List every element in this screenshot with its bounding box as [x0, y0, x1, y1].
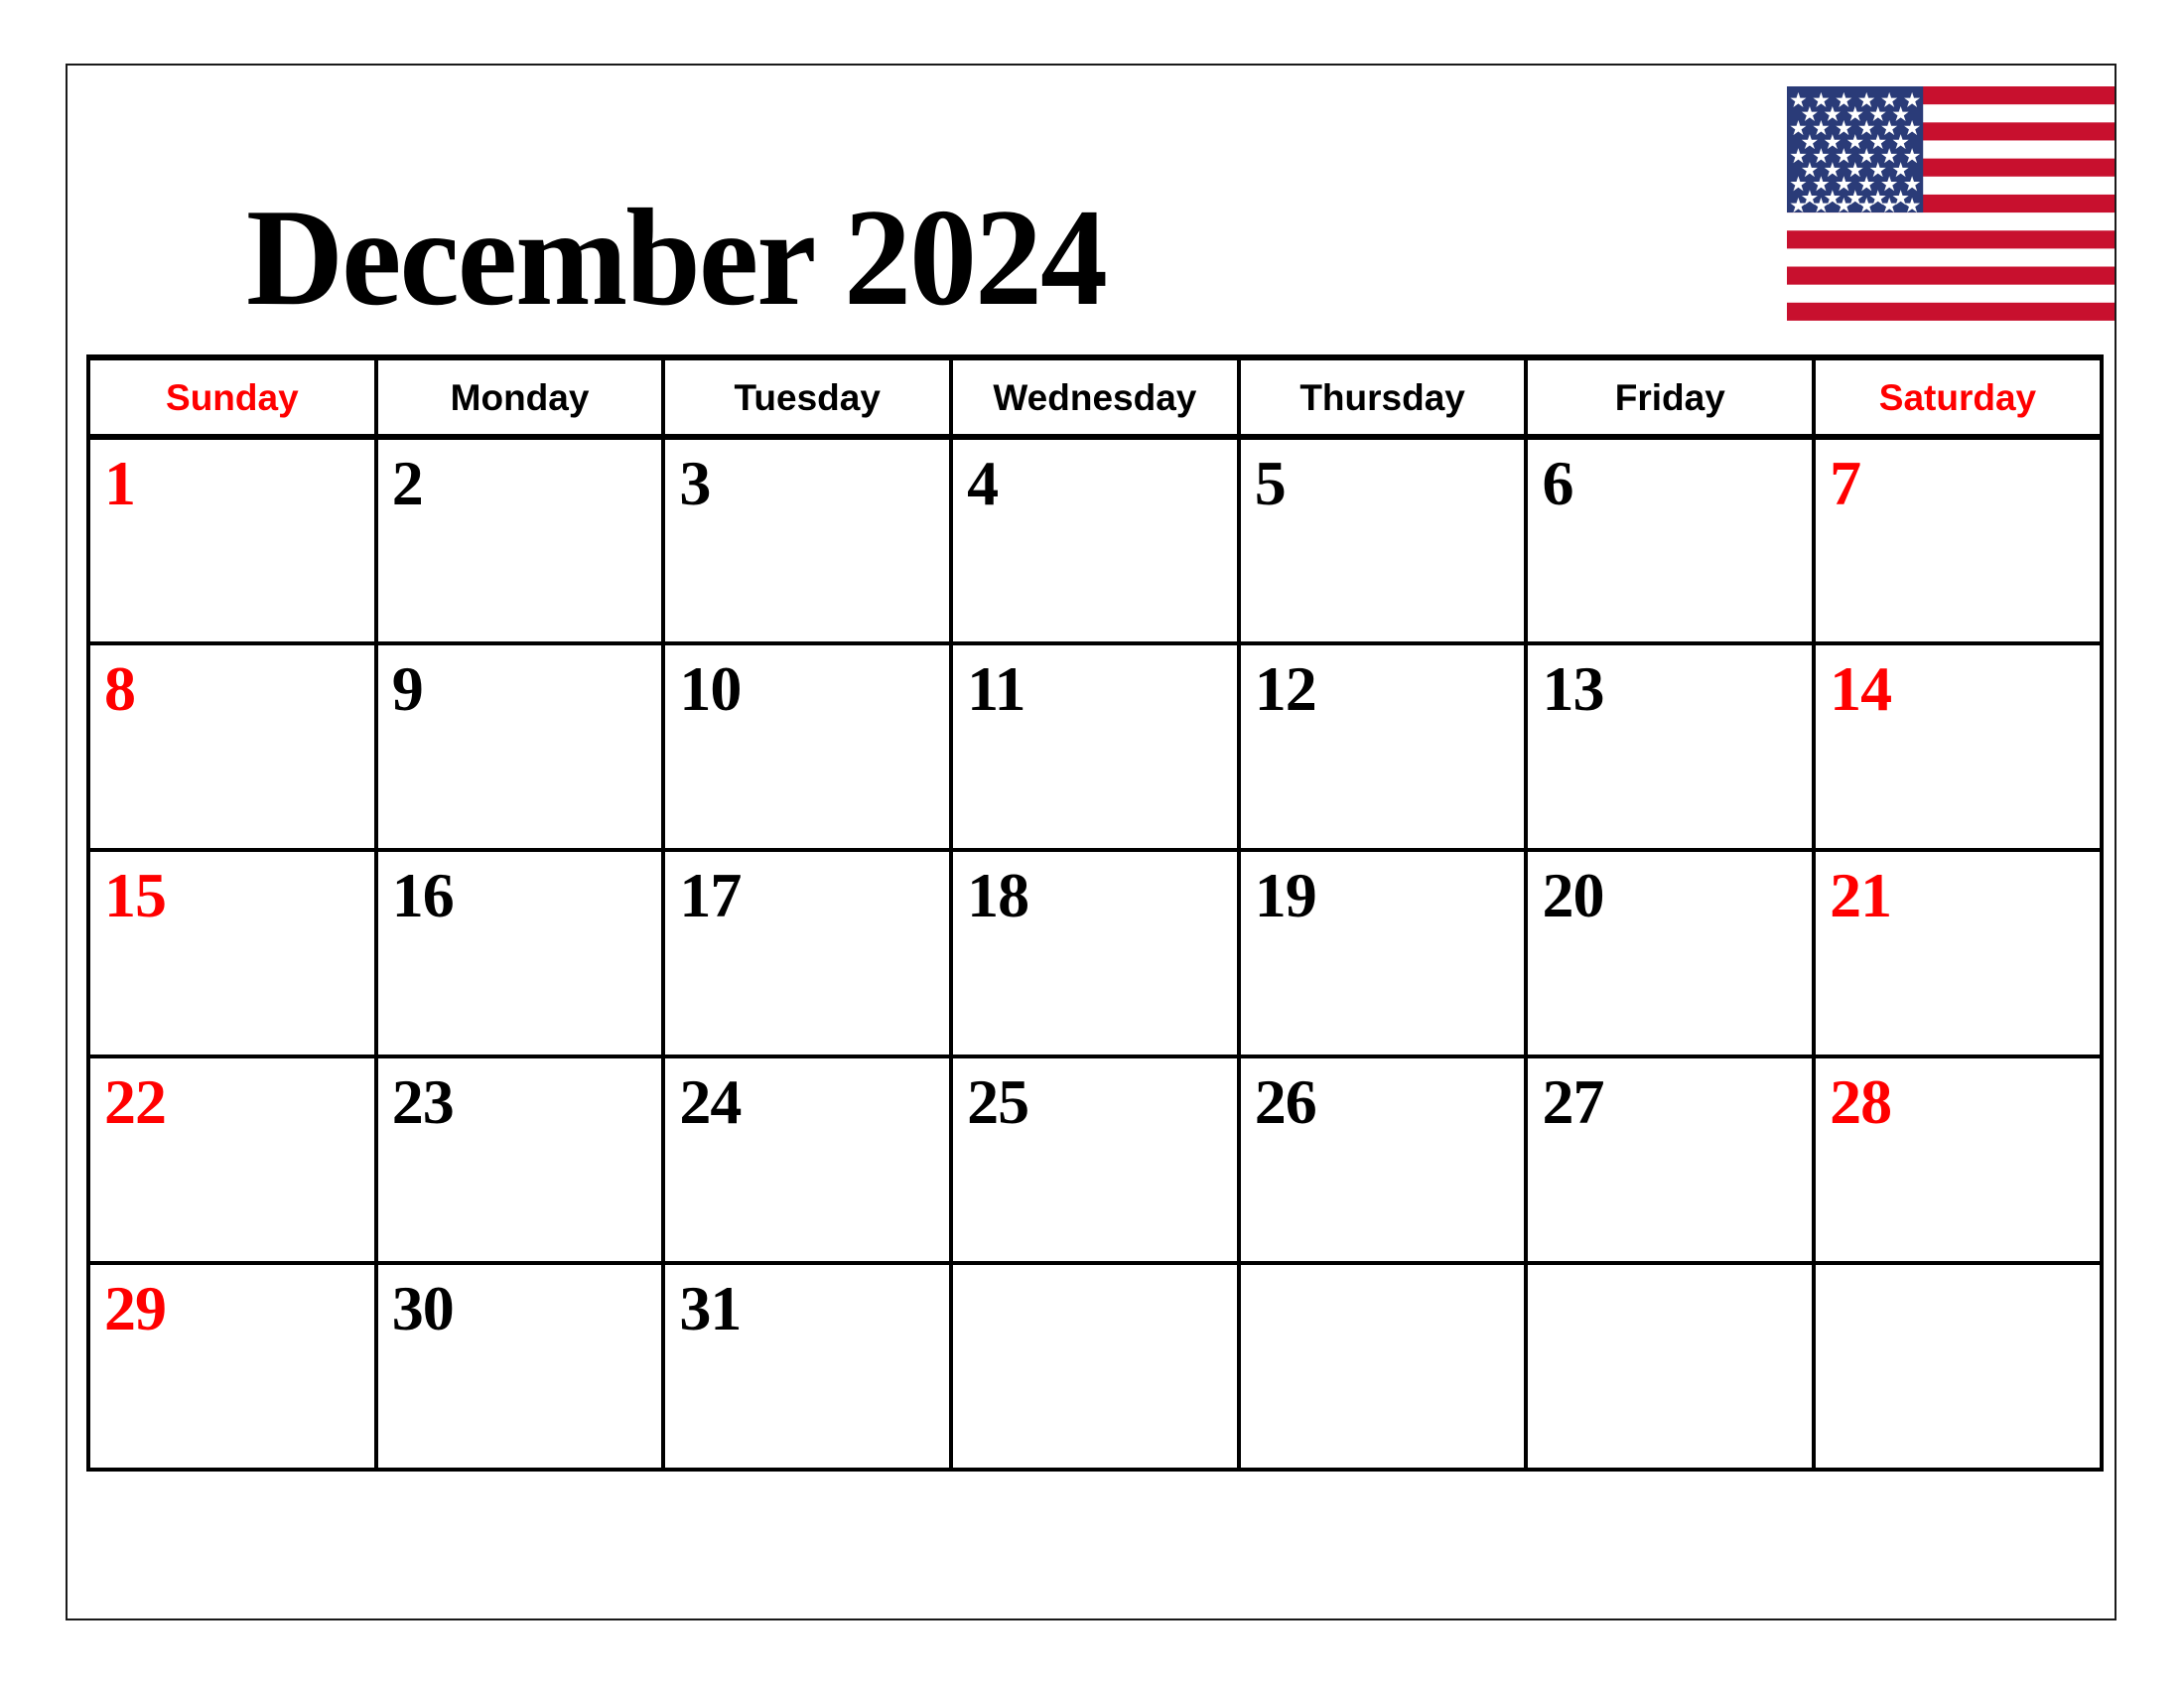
day-cell[interactable]: 30 [373, 1261, 666, 1472]
day-number: 12 [1254, 653, 1317, 724]
day-cell[interactable]: 14 [1812, 641, 2104, 852]
week-row: 29 30 31 [86, 1261, 2104, 1472]
day-cell[interactable]: 4 [949, 435, 1241, 645]
weekday-header-label: Wednesday [993, 376, 1197, 418]
day-cell[interactable]: 25 [949, 1055, 1241, 1265]
day-cell-empty [1236, 1261, 1529, 1472]
day-number: 22 [104, 1066, 167, 1137]
day-number: 15 [104, 860, 167, 930]
weekday-header-label: Friday [1614, 376, 1725, 418]
day-number: 17 [679, 860, 742, 930]
day-cell[interactable]: 1 [86, 435, 378, 645]
day-cell[interactable]: 11 [949, 641, 1241, 852]
day-cell[interactable]: 19 [1236, 848, 1529, 1058]
day-cell[interactable]: 18 [949, 848, 1241, 1058]
day-cell[interactable]: 24 [661, 1055, 954, 1265]
weekday-header-label: Tuesday [734, 376, 881, 418]
day-cell[interactable]: 12 [1236, 641, 1529, 852]
day-number: 7 [1830, 448, 1861, 518]
day-number: 4 [967, 448, 999, 518]
day-number: 27 [1542, 1066, 1604, 1137]
day-cell[interactable]: 15 [86, 848, 378, 1058]
day-number: 30 [391, 1273, 455, 1343]
day-cell[interactable]: 2 [373, 435, 666, 645]
day-cell[interactable]: 17 [661, 848, 954, 1058]
day-number: 6 [1542, 448, 1573, 518]
day-cell[interactable]: 20 [1524, 848, 1817, 1058]
day-number: 9 [391, 653, 424, 724]
week-row: 8 9 10 11 12 13 14 [86, 641, 2104, 852]
day-cell[interactable]: 22 [86, 1055, 378, 1265]
week-row: 1 2 3 4 5 6 7 [86, 435, 2104, 645]
week-row: 15 16 17 18 19 20 21 [86, 848, 2104, 1058]
weekday-header-wednesday: Wednesday [949, 354, 1241, 440]
weekday-header-label: Sunday [166, 376, 299, 418]
day-cell[interactable]: 27 [1524, 1055, 1817, 1265]
weekday-header-sunday: Sunday [86, 354, 378, 440]
page-title: December 2024 [246, 181, 1108, 335]
weekday-header-label: Thursday [1299, 376, 1465, 418]
weekday-header-row: Sunday Monday Tuesday Wednesday Thursday Frid… [86, 354, 2104, 440]
day-cell[interactable]: 31 [661, 1261, 954, 1472]
day-number: 18 [967, 860, 1029, 930]
day-cell-empty [1812, 1261, 2104, 1472]
united-states-flag-icon [1787, 86, 2115, 321]
week-row: 22 23 24 25 26 27 28 [86, 1055, 2104, 1265]
day-number: 2 [391, 448, 424, 518]
day-number: 16 [391, 860, 455, 930]
week-rows: 1 2 3 4 5 6 7 8 9 10 11 12 13 14 15 16 17 18 19 20 21 22 23 24 2… [86, 435, 2104, 1472]
day-cell[interactable]: 29 [86, 1261, 378, 1472]
weekday-header-thursday: Thursday [1236, 354, 1529, 440]
calendar-page: December 2024 Sunday Monday Tuesday Wedn… [66, 64, 2116, 1620]
day-number: 19 [1254, 860, 1317, 930]
day-number: 3 [679, 448, 711, 518]
day-number: 23 [391, 1066, 455, 1137]
day-number: 14 [1830, 653, 1892, 724]
day-number: 20 [1542, 860, 1604, 930]
day-number: 31 [679, 1273, 742, 1343]
weekday-header-saturday: Saturday [1812, 354, 2104, 440]
day-number: 11 [967, 653, 1025, 724]
day-number: 29 [104, 1273, 167, 1343]
day-number: 21 [1830, 860, 1892, 930]
day-number: 10 [679, 653, 742, 724]
day-number: 24 [679, 1066, 742, 1137]
weekday-header-label: Monday [450, 376, 590, 418]
day-cell[interactable]: 26 [1236, 1055, 1529, 1265]
day-cell[interactable]: 21 [1812, 848, 2104, 1058]
day-number: 8 [104, 653, 136, 724]
day-number: 25 [967, 1066, 1029, 1137]
day-cell[interactable]: 9 [373, 641, 666, 852]
day-number: 26 [1254, 1066, 1317, 1137]
day-cell[interactable]: 23 [373, 1055, 666, 1265]
day-number: 1 [104, 448, 136, 518]
weekday-header-tuesday: Tuesday [661, 354, 954, 440]
month-grid: Sunday Monday Tuesday Wednesday Thursday Frid… [86, 354, 2104, 1472]
day-cell[interactable]: 16 [373, 848, 666, 1058]
day-cell[interactable]: 3 [661, 435, 954, 645]
day-cell[interactable]: 6 [1524, 435, 1817, 645]
day-cell[interactable]: 10 [661, 641, 954, 852]
day-number: 5 [1254, 448, 1287, 518]
weekday-header-friday: Friday [1524, 354, 1817, 440]
day-cell[interactable]: 28 [1812, 1055, 2104, 1265]
day-cell-empty [1524, 1261, 1817, 1472]
day-cell[interactable]: 5 [1236, 435, 1529, 645]
day-cell[interactable]: 8 [86, 641, 378, 852]
calendar-header: December 2024 [68, 66, 2115, 352]
day-number: 13 [1542, 653, 1604, 724]
day-number: 28 [1830, 1066, 1892, 1137]
weekday-header-monday: Monday [373, 354, 666, 440]
day-cell-empty [949, 1261, 1241, 1472]
day-cell[interactable]: 13 [1524, 641, 1817, 852]
day-cell[interactable]: 7 [1812, 435, 2104, 645]
weekday-header-label: Saturday [1878, 376, 2037, 418]
